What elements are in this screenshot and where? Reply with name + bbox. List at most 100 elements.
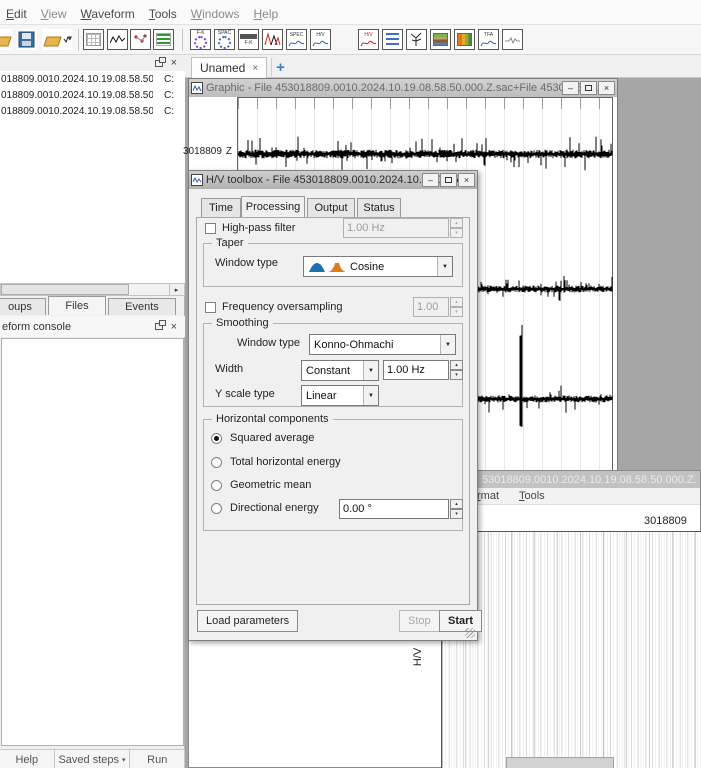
menu-view[interactable]: View: [41, 7, 67, 21]
scroll-right-icon[interactable]: ▸: [169, 284, 183, 295]
close-console-icon[interactable]: ×: [171, 322, 177, 332]
hv-station-label: 3018809: [644, 515, 687, 527]
menu-tools[interactable]: Tools: [519, 490, 545, 502]
float-console-icon[interactable]: [155, 323, 163, 330]
menu-format[interactable]: rmat: [477, 490, 499, 502]
directional-energy-radio[interactable]: [211, 503, 222, 514]
minimize-icon[interactable]: –: [562, 81, 579, 95]
maximize-icon[interactable]: [580, 81, 597, 95]
high-pass-label: High-pass filter: [222, 222, 295, 234]
close-icon[interactable]: ×: [598, 81, 615, 95]
high-pass-spinbox[interactable]: 1.00 Hz ▴▾: [343, 218, 463, 238]
file-name: 018809.0010.2024.10.19.08.58.50.000.E...: [1, 74, 153, 85]
close-icon[interactable]: ×: [458, 173, 475, 187]
minimize-icon[interactable]: –: [422, 173, 439, 187]
array-icon[interactable]: [382, 29, 403, 50]
taper-window-type-label: Window type: [215, 257, 278, 269]
width-type-combo[interactable]: Constant ▼: [301, 360, 379, 381]
menu-waveform[interactable]: Waveform: [81, 7, 135, 21]
waveform-console[interactable]: [1, 338, 184, 746]
combo-arrow-icon: ▼: [440, 335, 455, 354]
file-row[interactable]: 018809.0010.2024.10.19.08.58.50.000.Z...…: [0, 103, 185, 119]
map-icon[interactable]: [130, 29, 151, 50]
group-table-icon[interactable]: [153, 29, 174, 50]
menu-edit[interactable]: Edit: [6, 7, 27, 21]
resize-grip[interactable]: [465, 628, 475, 638]
layers-icon[interactable]: [430, 29, 451, 50]
hv-chart[interactable]: [441, 531, 701, 768]
freq-oversampling-label: Frequency oversampling: [222, 301, 342, 313]
start-button[interactable]: Start: [439, 610, 482, 632]
graphic-title: Graphic - File 453018809.0010.2024.10.19…: [206, 82, 615, 94]
menu-windows[interactable]: Windows: [191, 7, 240, 21]
file-panel-header: ×: [0, 55, 185, 71]
file-row[interactable]: 018809.0010.2024.10.19.08.58.50.000.N...…: [0, 87, 185, 103]
tab-status[interactable]: Status: [357, 198, 401, 217]
saved-steps-button[interactable]: Saved steps▾: [55, 750, 131, 768]
spectrum-icon[interactable]: SPEC: [286, 29, 307, 50]
close-panel-icon[interactable]: ×: [171, 58, 177, 68]
graphic-icon[interactable]: [107, 29, 128, 50]
spin-down-icon: ▾: [450, 370, 463, 380]
tab-unamed[interactable]: Unamed ×: [191, 57, 267, 78]
scrollbar-thumb[interactable]: [1, 284, 129, 295]
file-list: 018809.0010.2024.10.19.08.58.50.000.E...…: [0, 71, 185, 283]
smoothing-window-type-combo[interactable]: Konno-Ohmachi ▼: [309, 334, 456, 355]
tab-output[interactable]: Output: [307, 198, 355, 217]
menu-help[interactable]: Help: [253, 7, 278, 21]
run-button[interactable]: Run: [130, 750, 185, 768]
spin-up-icon: ▴: [450, 360, 463, 370]
seismic-icon[interactable]: [502, 29, 523, 50]
tab-processing[interactable]: Processing: [241, 196, 305, 217]
tfa-icon[interactable]: TFA: [478, 29, 499, 50]
directional-energy-spinbox[interactable]: 0.00 ° ▴▾: [339, 499, 463, 519]
chronogram-icon[interactable]: [454, 29, 475, 50]
maximize-icon[interactable]: [440, 173, 457, 187]
high-pass-checkbox[interactable]: [205, 223, 216, 234]
panel-tabs: oups Files Events: [0, 296, 185, 315]
spac-icon[interactable]: SPAC: [214, 29, 235, 50]
tab-time[interactable]: Time: [201, 198, 241, 217]
width-value-spinbox[interactable]: 1.00 Hz ▴▾: [383, 360, 463, 380]
fk-toolbar-icon[interactable]: F-K: [238, 29, 259, 50]
help-button[interactable]: Help: [0, 750, 55, 768]
squared-average-radio[interactable]: [211, 433, 222, 444]
tab-groups[interactable]: oups: [0, 298, 46, 315]
geometric-mean-radio[interactable]: [211, 480, 222, 491]
toolbar-separator: [182, 29, 183, 51]
float-panel-icon[interactable]: [155, 60, 163, 67]
freq-oversampling-spinbox[interactable]: 1.00 ▴▾: [413, 297, 463, 317]
open-icon[interactable]: [0, 29, 12, 50]
load-parameters-button[interactable]: Load parameters: [197, 610, 298, 632]
spectrogram-icon[interactable]: [262, 29, 283, 50]
yscale-combo[interactable]: Linear ▼: [301, 385, 379, 406]
application-window: Edit View Waveform Tools Windows Help ▾ …: [0, 0, 701, 768]
hv-rotate-icon[interactable]: H/V: [358, 29, 379, 50]
menu-tools[interactable]: Tools: [149, 7, 177, 21]
freq-oversampling-checkbox[interactable]: [205, 302, 216, 313]
add-tab-button[interactable]: +: [271, 58, 289, 76]
console-header: eform console ×: [0, 316, 185, 337]
dialog-titlebar[interactable]: H/V toolbox - File 453018809.0010.2024.1…: [189, 171, 477, 189]
table-icon[interactable]: [83, 29, 104, 50]
toolbar-separator: [78, 29, 79, 51]
component-label: Z: [226, 146, 232, 157]
total-horizontal-energy-radio[interactable]: [211, 457, 222, 468]
save-icon[interactable]: [16, 29, 37, 50]
fk-icon[interactable]: F-K: [190, 29, 211, 50]
tab-events[interactable]: Events: [108, 298, 176, 315]
hv-icon[interactable]: H/V: [310, 29, 331, 50]
spin-up-icon: ▴: [450, 297, 463, 307]
tree-icon[interactable]: [406, 29, 427, 50]
tab-close-icon[interactable]: ×: [252, 63, 258, 74]
graphic-titlebar[interactable]: Graphic - File 453018809.0010.2024.10.19…: [189, 79, 617, 97]
file-row[interactable]: 018809.0010.2024.10.19.08.58.50.000.E...…: [0, 71, 185, 87]
console-title: eform console: [2, 321, 71, 333]
taper-window-type-combo[interactable]: Cosine ▼: [303, 256, 453, 277]
tab-files[interactable]: Files: [48, 296, 106, 315]
import-signal-icon[interactable]: ▾: [42, 29, 72, 50]
horizontal-scrollbar[interactable]: ▸: [0, 283, 185, 296]
stop-button[interactable]: Stop: [399, 610, 440, 632]
results-scrollbar[interactable]: [506, 757, 614, 768]
station-label: 3018809: [183, 146, 222, 157]
